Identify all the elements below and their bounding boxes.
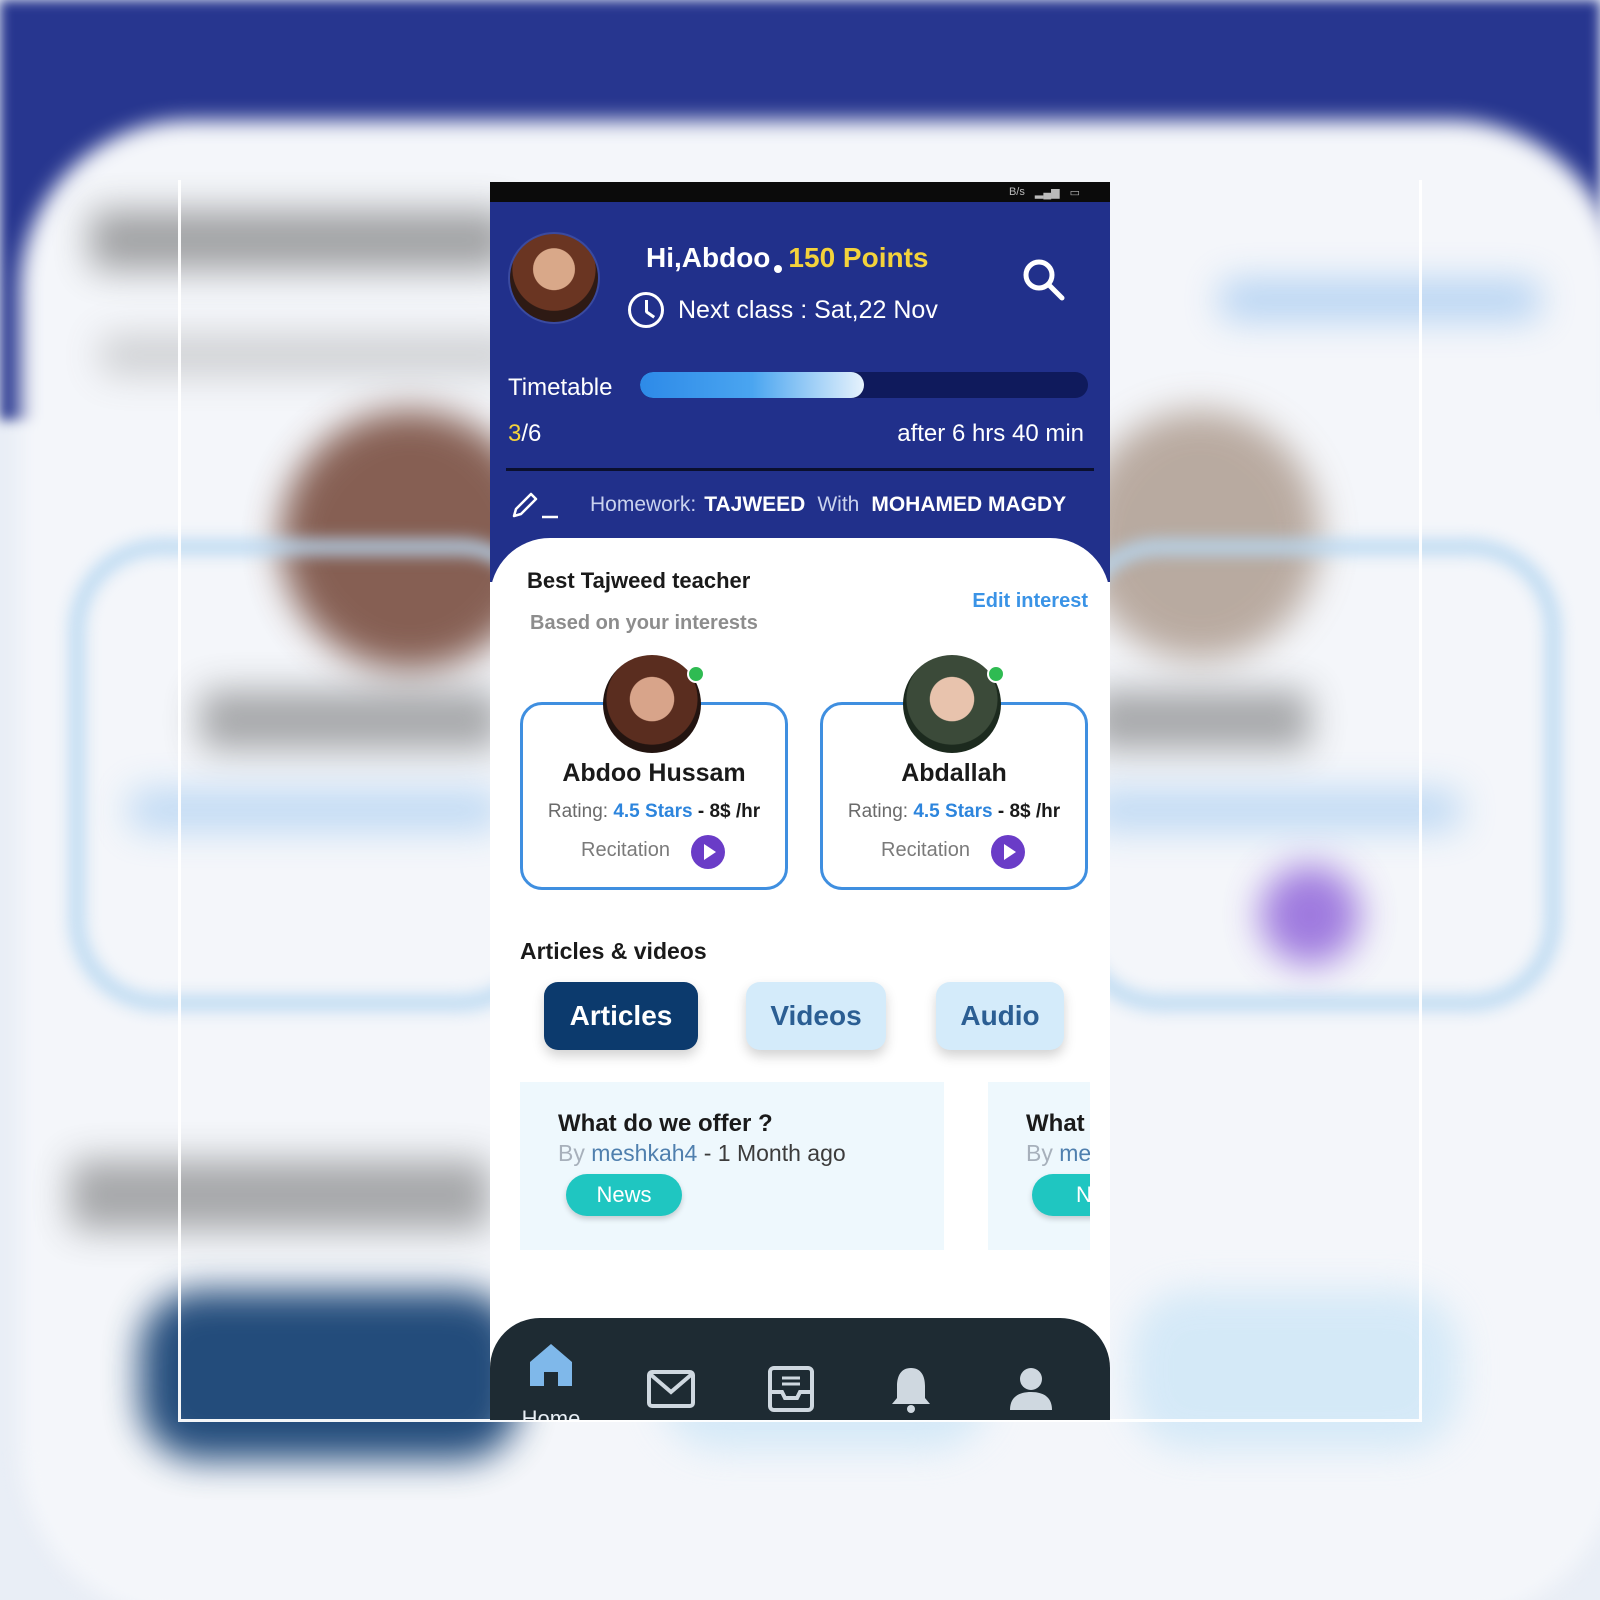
nav-home[interactable]: Home <box>516 1340 586 1420</box>
play-icon[interactable] <box>991 835 1025 869</box>
teacher-avatar <box>903 655 1001 753</box>
next-class: Next class : Sat,22 Nov <box>628 292 938 328</box>
article-meta: By meshkah4 - 1 Month ago <box>558 1140 846 1167</box>
teacher-rating: Rating: 4.5 Stars - 8$ /hr <box>823 801 1085 823</box>
home-header: Hi,Abdoo 150 Points Next class : Sat,22 N… <box>490 202 1110 582</box>
bottom-navigation: Home <box>490 1318 1110 1420</box>
rating-stars: 4.5 Stars <box>613 801 693 822</box>
article-by: By <box>1026 1140 1053 1166</box>
pencil-icon <box>512 492 558 519</box>
online-status-icon <box>687 665 705 683</box>
profile-icon <box>1010 1368 1052 1410</box>
class-countdown: after 6 hrs 40 min <box>897 420 1084 447</box>
teacher-specialty: Recitation <box>881 839 970 861</box>
best-teacher-title: Best Tajweed teacher <box>527 568 751 593</box>
rating-stars: 4.5 Stars <box>913 801 993 822</box>
clock-icon <box>628 292 664 328</box>
class-count-total: /6 <box>521 420 542 447</box>
nav-messages[interactable] <box>636 1364 706 1420</box>
user-avatar[interactable] <box>508 232 600 324</box>
next-class-text: Next class : Sat,22 Nov <box>678 295 938 324</box>
homework-subject: TAJWEED <box>704 493 806 516</box>
class-count-current: 3 <box>508 420 522 447</box>
article-author[interactable]: meshkah4 <box>591 1140 697 1166</box>
article-author[interactable]: me <box>1059 1140 1090 1166</box>
teacher-specialty: Recitation <box>581 839 670 861</box>
edit-interest-link[interactable]: Edit interest <box>972 590 1088 613</box>
home-content: Best Tajweed teacher Based on your inter… <box>490 538 1110 1420</box>
teacher-rating: Rating: 4.5 Stars - 8$ /hr <box>523 801 785 823</box>
points-badge: 150 Points <box>788 242 929 273</box>
teacher-name: Abdallah <box>901 759 1007 787</box>
network-speed: B/s <box>1008 186 1025 198</box>
nav-inbox[interactable] <box>756 1364 826 1420</box>
articles-section-title: Articles & videos <box>520 938 707 964</box>
homework-teacher: MOHAMED MAGDY <box>871 493 1067 516</box>
inbox-icon <box>768 1366 814 1412</box>
timetable-progress <box>640 372 1088 398</box>
bell-icon <box>892 1368 930 1413</box>
search-icon[interactable] <box>1020 256 1066 302</box>
article-tag[interactable]: Ne <box>1032 1174 1090 1216</box>
tab-videos[interactable]: Videos <box>746 982 886 1050</box>
teacher-avatar <box>603 655 701 753</box>
signal-icon: ▂▄▆ <box>1034 186 1060 199</box>
article-by: By <box>558 1140 585 1166</box>
battery-icon: ▭ <box>1069 186 1080 199</box>
article-time: - 1 Month ago <box>703 1140 846 1166</box>
homework-row[interactable]: Homework: TAJWEED With MOHAMED MAGDY <box>510 490 1066 520</box>
separator-dot <box>774 265 783 273</box>
status-bar: B/s ▂▄▆ ▭ <box>490 182 1110 202</box>
tab-audio[interactable]: Audio <box>936 982 1064 1050</box>
nav-home-label: Home <box>521 1406 581 1420</box>
home-icon <box>530 1344 572 1386</box>
rating-label: Rating: <box>847 801 909 822</box>
play-icon[interactable] <box>691 835 725 869</box>
article-card[interactable]: What By me Ne <box>988 1082 1090 1250</box>
article-card[interactable]: What do we offer ? By meshkah4 - 1 Month… <box>520 1082 944 1250</box>
header-divider <box>506 468 1094 471</box>
greeting: Hi,Abdoo 150 Points <box>646 242 928 274</box>
hourly-price: - 8$ /hr <box>697 801 761 822</box>
mail-icon <box>647 1370 695 1408</box>
teacher-card[interactable]: Abdoo Hussam Rating: 4.5 Stars - 8$ /hr … <box>520 655 788 890</box>
best-teacher-subtitle: Based on your interests <box>530 612 758 634</box>
hourly-price: - 8$ /hr <box>997 801 1061 822</box>
tab-articles[interactable]: Articles <box>544 982 698 1050</box>
greeting-text: Hi,Abdoo <box>646 242 771 273</box>
homework-with: With <box>817 493 860 516</box>
nav-notifications[interactable] <box>876 1364 946 1420</box>
teacher-card[interactable]: Abdallah Rating: 4.5 Stars - 8$ /hr Reci… <box>820 655 1088 890</box>
timetable-label: Timetable <box>508 374 613 401</box>
homework-label: Homework: <box>590 493 697 516</box>
online-status-icon <box>987 665 1005 683</box>
class-count: 3/6 <box>508 420 541 448</box>
phone-screen: B/s ▂▄▆ ▭ Hi,Abdoo 150 Points Next class … <box>490 182 1110 1420</box>
article-meta: By me <box>1026 1140 1090 1167</box>
nav-profile[interactable] <box>996 1364 1066 1420</box>
article-title: What do we offer ? <box>558 1110 773 1137</box>
article-tag[interactable]: News <box>566 1174 682 1216</box>
timetable-progress-fill <box>640 372 864 398</box>
rating-label: Rating: <box>547 801 609 822</box>
teacher-name: Abdoo Hussam <box>562 759 746 787</box>
article-title: What <box>1026 1110 1085 1137</box>
